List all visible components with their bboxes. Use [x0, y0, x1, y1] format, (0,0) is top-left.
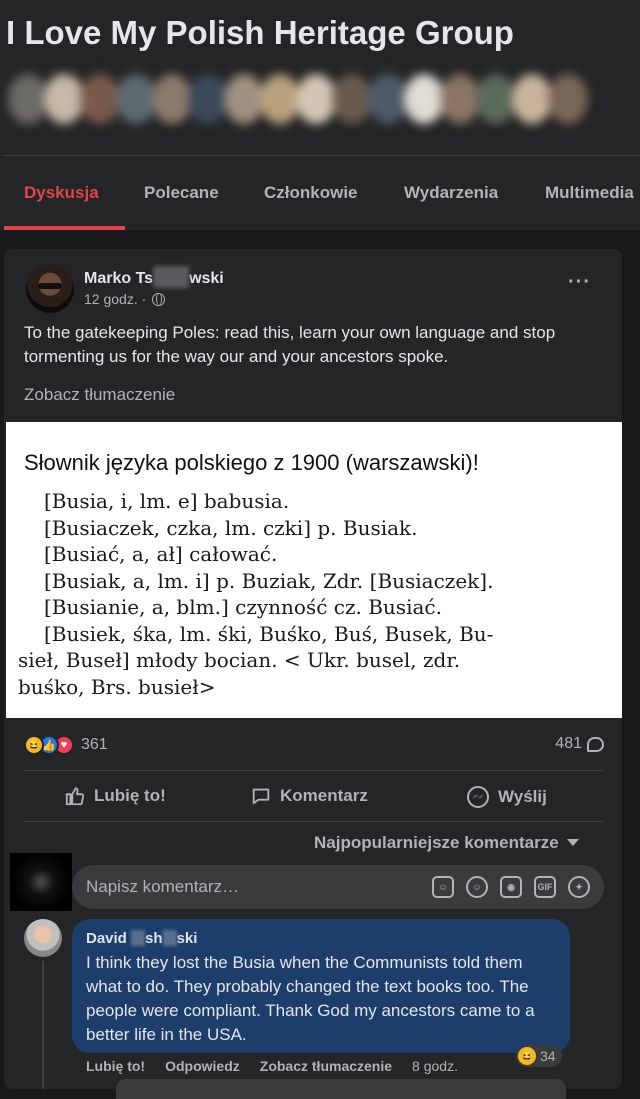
post-time[interactable]: 12 godz. ·: [84, 291, 146, 307]
member-avatar[interactable]: [476, 74, 516, 124]
next-comment-preview: [116, 1079, 566, 1099]
tab-polecane[interactable]: Polecane: [144, 183, 219, 203]
comment-actions: Lubię to! Odpowiedz Zobacz tłumaczenie 8…: [86, 1058, 458, 1074]
thumbs-up-icon: [65, 787, 85, 806]
caret-down-icon: [566, 839, 579, 846]
dictionary-line: [Busianie, a, blm.] czynność cz. Busiać.: [44, 595, 442, 619]
comment-label: Komentarz: [280, 786, 368, 805]
member-avatar[interactable]: [512, 74, 552, 124]
member-avatar[interactable]: [224, 74, 264, 124]
group-title: I Love My Polish Heritage Group: [6, 14, 514, 51]
post-meta: 12 godz. ·: [84, 291, 166, 307]
comment-reply-button[interactable]: Odpowiedz: [165, 1058, 240, 1074]
comment-reaction-count: 34: [540, 1048, 556, 1064]
post-text: To the gatekeeping Poles: read this, lea…: [24, 323, 556, 366]
member-avatar[interactable]: [332, 74, 372, 124]
comment-text: I think they lost the Busia when the Com…: [86, 953, 535, 1044]
member-avatar[interactable]: [116, 74, 156, 124]
commenter-avatar[interactable]: [24, 919, 62, 957]
member-avatar[interactable]: [152, 74, 192, 124]
post-image[interactable]: Słownik języka polskiego z 1900 (warszaw…: [6, 422, 622, 718]
see-translation-link[interactable]: Zobacz tłumaczenie: [24, 385, 175, 405]
comment-count[interactable]: 481: [555, 735, 604, 753]
avatar-sticker-icon[interactable]: ✦: [568, 876, 590, 898]
post-author[interactable]: Marko Ts wski: [84, 266, 224, 288]
redaction-blur: [131, 930, 146, 946]
tab-wydarzenia[interactable]: Wydarzenia: [404, 183, 498, 203]
globe-icon: [152, 292, 166, 306]
gif-icon[interactable]: GIF: [534, 876, 556, 898]
comment-icon: [252, 788, 270, 805]
member-avatar[interactable]: [296, 74, 336, 124]
thread-line: [42, 961, 44, 1089]
commenter-name[interactable]: David sh ski: [86, 930, 197, 947]
group-header: I Love My Polish Heritage Group Dyskusja…: [0, 0, 640, 230]
reaction-summary[interactable]: 😆 👍 ♥ 361: [24, 735, 108, 755]
redaction-blur: [153, 266, 190, 288]
dictionary-line: [Busiaczek, czka, lm. czki] p. Busiak.: [44, 515, 418, 540]
like-button[interactable]: Lubię to!: [64, 785, 166, 807]
member-avatar[interactable]: [260, 74, 300, 124]
comment-button[interactable]: Komentarz: [250, 785, 368, 807]
dictionary-excerpt: [Busia, i, lm. e] babusia. [Busiaczek, c…: [18, 488, 618, 700]
comment-count-value: 481: [555, 735, 582, 752]
current-user-avatar[interactable]: [10, 853, 72, 911]
member-avatar[interactable]: [8, 74, 48, 124]
divider: [24, 821, 603, 822]
member-avatar[interactable]: [440, 74, 480, 124]
send-button[interactable]: Wyślij: [466, 785, 547, 809]
tab-multimedia[interactable]: Multimedia: [545, 183, 634, 203]
member-avatars-strip[interactable]: [8, 74, 636, 130]
camera-icon[interactable]: ◉: [500, 876, 522, 898]
dictionary-line: [Busiak, a, lm. i] p. Buziak, Zdr. [Busi…: [44, 568, 494, 593]
member-avatar[interactable]: [80, 74, 120, 124]
member-avatar[interactable]: [44, 74, 84, 124]
member-avatar[interactable]: [548, 74, 588, 124]
comment-like-button[interactable]: Lubię to!: [86, 1058, 145, 1074]
comment-translate-link[interactable]: Zobacz tłumaczenie: [260, 1058, 392, 1074]
member-avatar[interactable]: [188, 74, 228, 124]
dictionary-line: [Busia, i, lm. e] babusia.: [44, 489, 290, 513]
haha-reaction-icon: 😆: [24, 735, 44, 755]
group-tabs: Dyskusja Polecane Członkowie Wydarzenia …: [0, 156, 640, 230]
comment-reactions[interactable]: 😆 34: [516, 1045, 562, 1067]
dictionary-line: sieł, Buseł] młody bocian. < Ukr. busel,…: [18, 648, 461, 672]
post-actions: Lubię to! Komentarz Wyślij: [24, 771, 603, 821]
comment-time[interactable]: 8 godz.: [412, 1058, 458, 1074]
dictionary-line: buśko, Brs. busieł>: [18, 674, 216, 699]
active-tab-indicator: [4, 226, 125, 230]
tab-dyskusja[interactable]: Dyskusja: [24, 183, 99, 203]
image-title: Słownik języka polskiego z 1900 (warszaw…: [24, 450, 479, 475]
emoji-icon[interactable]: ☺: [466, 876, 488, 898]
sticker-icon[interactable]: ☺: [432, 876, 454, 898]
author-avatar[interactable]: [26, 265, 74, 313]
haha-reaction-icon: 😆: [518, 1047, 536, 1065]
comment-bubble: David sh ski I think they lost the Busia …: [72, 919, 570, 1053]
post-card: Marko Ts wski 12 godz. · ··· To the gatek…: [4, 249, 622, 1099]
send-label: Wyślij: [498, 787, 547, 806]
more-options-icon[interactable]: ···: [568, 271, 591, 294]
like-label: Lubię to!: [94, 786, 166, 805]
dictionary-line: [Busiać, a, ał] całować.: [44, 542, 278, 566]
member-avatar[interactable]: [404, 74, 444, 124]
redaction-blur: [162, 930, 177, 946]
messenger-icon: [467, 786, 489, 808]
tab-czlonkowie[interactable]: Członkowie: [264, 183, 358, 203]
comment-input[interactable]: Napisz komentarz… ☺ ☺ ◉ GIF ✦: [72, 865, 604, 909]
member-avatar[interactable]: [368, 74, 408, 124]
dictionary-line: [Busiek, śka, lm. śki, Buśko, Buś, Busek…: [44, 621, 494, 646]
comment-sort-dropdown[interactable]: Najpopularniejsze komentarze: [314, 833, 579, 853]
comment-bubble-icon: [587, 736, 604, 752]
reaction-count: 361: [81, 736, 108, 753]
comment-input-placeholder: Napisz komentarz…: [86, 877, 240, 896]
